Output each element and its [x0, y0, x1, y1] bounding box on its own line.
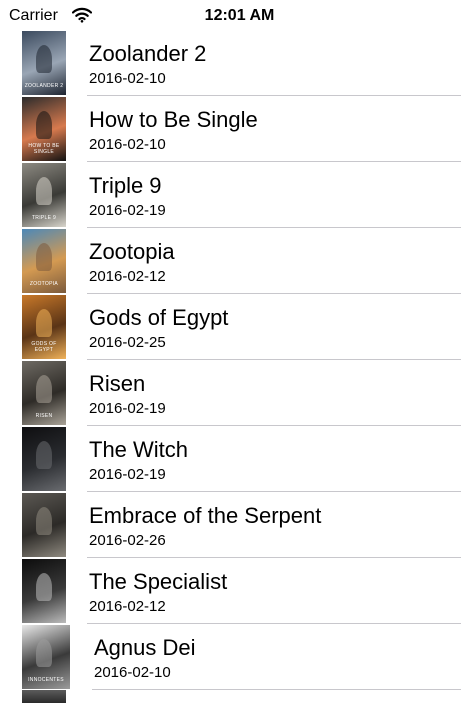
release-date: 2016-02-10	[89, 70, 166, 87]
movie-row[interactable]: TRIPLE 9 Triple 9 2016-02-19	[0, 162, 461, 228]
poster-caption: RISEN	[35, 413, 53, 419]
poster-figure	[36, 375, 52, 403]
movie-title: The Specialist	[89, 569, 228, 594]
movie-title: Embrace of the Serpent	[89, 503, 322, 528]
movie-row[interactable]: ZOOTOPIA Zootopia 2016-02-12	[0, 228, 461, 294]
poster-figure	[36, 309, 52, 337]
release-date: 2016-02-10	[94, 664, 171, 681]
poster-figure	[36, 507, 52, 535]
movie-poster	[22, 559, 66, 623]
movie-row[interactable]: HOW TO BE SINGLE How to Be Single 2016-02-…	[0, 96, 461, 162]
poster-figure	[36, 639, 52, 667]
release-date: 2016-02-19	[89, 466, 166, 483]
movie-row[interactable]: INNOCENTES Agnus Dei 2016-02-10	[0, 624, 461, 690]
movie-poster	[22, 427, 66, 491]
movie-title: Triple 9	[89, 173, 162, 198]
movie-row[interactable]: RISEN Risen 2016-02-19	[0, 360, 461, 426]
release-date: 2016-02-12	[89, 598, 166, 615]
poster-caption: ZOOLANDER 2	[24, 83, 64, 89]
movie-row[interactable]: The Witch 2016-02-19	[0, 426, 461, 492]
clock: 12:01 AM	[204, 7, 275, 24]
movie-title: Gods of Egypt	[89, 305, 229, 330]
poster-caption: INNOCENTES	[28, 677, 64, 683]
release-date: 2016-02-25	[89, 334, 166, 351]
release-date: 2016-02-10	[89, 136, 166, 153]
release-date: 2016-02-26	[89, 532, 166, 549]
movie-poster-partial	[22, 690, 66, 703]
movie-poster: GODS OF EGYPT	[22, 295, 66, 359]
movie-poster: ZOOLANDER 2	[22, 31, 66, 95]
release-date: 2016-02-12	[89, 268, 166, 285]
movie-list[interactable]: ZOOLANDER 2 Zoolander 2 2016-02-10 HOW TO B…	[0, 30, 461, 690]
poster-caption: ZOOTOPIA	[29, 281, 59, 287]
movie-poster: ZOOTOPIA	[22, 229, 66, 293]
poster-caption: TRIPLE 9	[31, 215, 57, 221]
movie-title: Agnus Dei	[94, 635, 196, 660]
movie-row[interactable]: ZOOLANDER 2 Zoolander 2 2016-02-10	[0, 30, 461, 96]
movie-title: Risen	[89, 371, 146, 396]
movie-poster: TRIPLE 9	[22, 163, 66, 227]
movie-row[interactable]: Embrace of the Serpent 2016-02-26	[0, 492, 461, 558]
release-date: 2016-02-19	[89, 202, 166, 219]
row-separator	[92, 689, 461, 690]
poster-figure	[36, 111, 52, 139]
poster-caption: GODS OF EGYPT	[31, 341, 57, 353]
movie-title: Zootopia	[89, 239, 175, 264]
movie-title: How to Be Single	[89, 107, 258, 132]
release-date: 2016-02-19	[89, 400, 166, 417]
poster-caption: HOW TO BE SINGLE	[28, 143, 60, 155]
status-bar: Carrier 12:01 AM	[0, 0, 461, 30]
movie-row[interactable]: GODS OF EGYPT Gods of Egypt 2016-02-25	[0, 294, 461, 360]
movie-poster: INNOCENTES	[22, 625, 70, 689]
movie-poster	[22, 493, 66, 557]
poster-figure	[36, 45, 52, 73]
poster-figure	[36, 441, 52, 469]
movie-poster: HOW TO BE SINGLE	[22, 97, 66, 161]
movie-poster: RISEN	[22, 361, 66, 425]
poster-figure	[36, 177, 52, 205]
poster-figure	[36, 573, 52, 601]
movie-title: Zoolander 2	[89, 41, 207, 66]
movie-row[interactable]: The Specialist 2016-02-12	[0, 558, 461, 624]
movie-title: The Witch	[89, 437, 189, 462]
poster-figure	[36, 243, 52, 271]
